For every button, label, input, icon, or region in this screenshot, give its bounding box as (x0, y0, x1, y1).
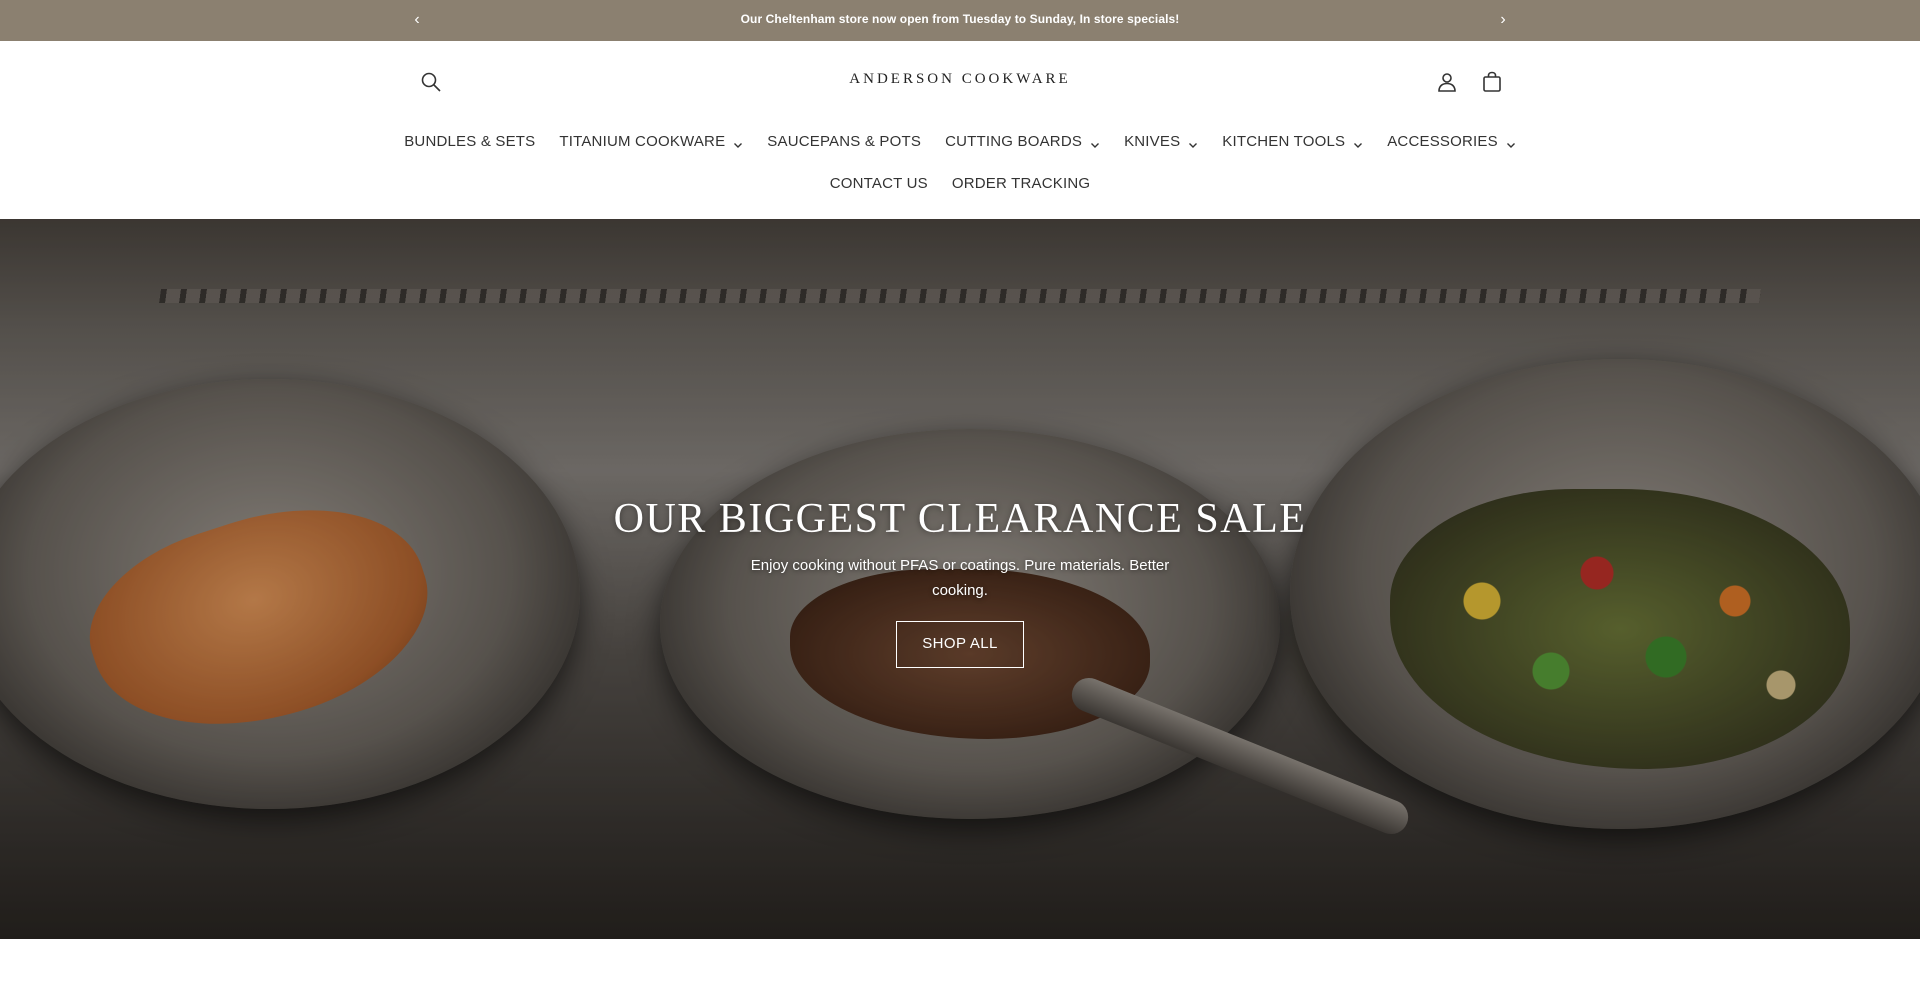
chevron-down-icon (733, 137, 743, 148)
nav-item-cutting-boards[interactable]: CUTTING BOARDS (933, 133, 1112, 150)
nav-item-label: BUNDLES & SETS (404, 133, 536, 150)
hero-subtitle: Enjoy cooking without PFAS or coatings. … (750, 557, 1170, 599)
nav-item-label: CONTACT US (829, 175, 928, 192)
shop-all-button[interactable]: SHOP ALL (896, 621, 1024, 668)
account-icon[interactable] (1431, 66, 1463, 98)
hero-content: OUR BIGGEST CLEARANCE SALE Enjoy cooking… (0, 495, 1920, 668)
secondary-nav: CONTACT US ORDER TRACKING (0, 175, 1920, 192)
page-content-start (0, 939, 1920, 993)
nav-item-bundles-and-sets[interactable]: BUNDLES & SETS (392, 133, 547, 150)
search-icon[interactable] (415, 66, 447, 98)
main-nav: BUNDLES & SETS TITANIUM COOKWARE SAUCEPANS… (0, 133, 1920, 150)
chevron-down-icon (1188, 137, 1198, 148)
nav-item-titanium-cookware[interactable]: TITANIUM COOKWARE (547, 133, 755, 150)
site-header: ANDERSON COOKWARE BUNDLES & SETS TITANIUM… (0, 41, 1920, 219)
announcement-bar: ‹ Our Cheltenham store now open from Tue… (0, 0, 1920, 41)
nav-item-accessories[interactable]: ACCESSORIES (1375, 133, 1528, 150)
hero-banner: OUR BIGGEST CLEARANCE SALE Enjoy cooking… (0, 219, 1920, 939)
nav-item-label: ACCESSORIES (1387, 133, 1498, 150)
cart-icon[interactable] (1476, 66, 1508, 98)
nav-item-label: TITANIUM COOKWARE (559, 133, 726, 150)
nav-item-knives[interactable]: KNIVES (1112, 133, 1210, 150)
nav-item-order-tracking[interactable]: ORDER TRACKING (940, 175, 1102, 192)
nav-item-label: SAUCEPANS & POTS (767, 133, 922, 150)
nav-item-label: KITCHEN TOOLS (1222, 133, 1346, 150)
hero-title: OUR BIGGEST CLEARANCE SALE (613, 496, 1307, 542)
nav-item-label: KNIVES (1124, 133, 1181, 150)
nav-item-contact-us[interactable]: CONTACT US (818, 175, 940, 192)
chevron-right-icon[interactable]: › (1493, 9, 1513, 31)
nav-item-kitchen-tools[interactable]: KITCHEN TOOLS (1210, 133, 1375, 150)
announcement-message: Our Cheltenham store now open from Tuesd… (740, 12, 1180, 26)
chevron-down-icon (1090, 137, 1100, 148)
nav-item-label: ORDER TRACKING (951, 175, 1091, 192)
nav-item-saucepans-and-pots[interactable]: SAUCEPANS & POTS (755, 133, 933, 150)
nav-item-label: CUTTING BOARDS (945, 133, 1083, 150)
chevron-down-icon (1353, 137, 1363, 148)
site-logo[interactable]: ANDERSON COOKWARE (760, 71, 1160, 88)
chevron-down-icon (1506, 137, 1516, 148)
